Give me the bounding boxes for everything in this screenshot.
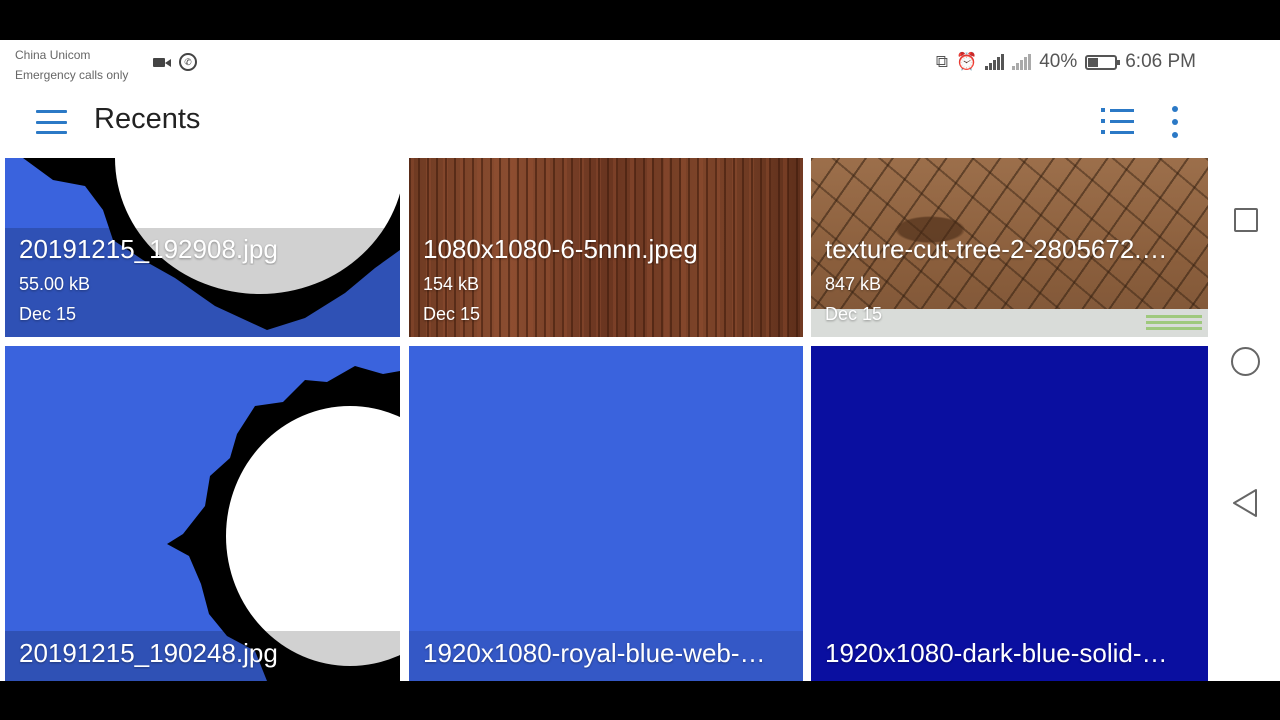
file-name: 20191215_192908.jpg [19, 234, 278, 264]
alarm-icon: ⏰ [956, 52, 978, 71]
carrier-status: Emergency calls only [15, 68, 129, 82]
recent-files-grid: 20191215_192908.jpg 55.00 kB Dec 15 1080… [5, 158, 1208, 681]
back-icon[interactable] [1232, 488, 1258, 518]
file-tile[interactable]: 1920x1080-royal-blue-web-… [409, 346, 803, 681]
file-size: 847 kB [825, 274, 882, 294]
menu-icon[interactable] [36, 110, 67, 134]
file-date: Dec 15 [19, 304, 77, 324]
file-name: 1920x1080-dark-blue-solid-… [825, 638, 1168, 668]
file-tile[interactable]: texture-cut-tree-2-2805672.… 847 kB Dec … [811, 158, 1208, 337]
signal-secondary-icon [1012, 54, 1032, 70]
thumbnail-dark-blue [811, 346, 1208, 681]
file-size: 55.00 kB [19, 274, 91, 294]
file-name: 1920x1080-royal-blue-web-… [423, 638, 766, 668]
file-size: 154 kB [423, 274, 480, 294]
file-name: 1080x1080-6-5nnn.jpeg [423, 234, 698, 264]
battery-percentage: 40% [1039, 51, 1078, 72]
page-title: Recents [94, 103, 201, 135]
file-name: 20191215_190248.jpg [19, 638, 278, 668]
recent-apps-icon[interactable] [1234, 208, 1258, 232]
more-options-icon[interactable] [1170, 106, 1180, 138]
file-tile[interactable]: 20191215_190248.jpg [5, 346, 400, 681]
file-date: Dec 15 [423, 304, 481, 324]
file-tile[interactable]: 1920x1080-dark-blue-solid-… [811, 346, 1208, 681]
battery-icon [1085, 54, 1121, 70]
thumbnail-blue-circle [5, 346, 400, 681]
carrier-name: China Unicom [15, 48, 91, 62]
signal-icon [985, 54, 1005, 70]
app-bar: Recents [0, 90, 1280, 155]
list-view-icon[interactable] [1101, 108, 1134, 134]
navigation-bar [1208, 40, 1280, 681]
carrier-info: China Unicom Emergency calls only [15, 45, 128, 85]
phone-screen: China Unicom Emergency calls only ✆ ⧉ ⏰ … [0, 40, 1280, 681]
notification-icons: ✆ [153, 53, 197, 71]
file-name: texture-cut-tree-2-2805672.… [825, 234, 1168, 264]
file-date: Dec 15 [825, 304, 883, 324]
video-camera-icon [153, 56, 173, 68]
cast-icon: ⧉ [935, 52, 949, 71]
system-status: ⧉ ⏰ 40% 6:06 PM [936, 51, 1196, 73]
file-tile[interactable]: 1080x1080-6-5nnn.jpeg 154 kB Dec 15 [409, 158, 803, 337]
status-bar: China Unicom Emergency calls only ✆ ⧉ ⏰ … [0, 40, 1280, 90]
whatsapp-icon: ✆ [179, 53, 197, 71]
clock: 6:06 PM [1125, 51, 1196, 72]
home-icon[interactable] [1231, 347, 1260, 376]
file-tile[interactable]: 20191215_192908.jpg 55.00 kB Dec 15 [5, 158, 400, 337]
